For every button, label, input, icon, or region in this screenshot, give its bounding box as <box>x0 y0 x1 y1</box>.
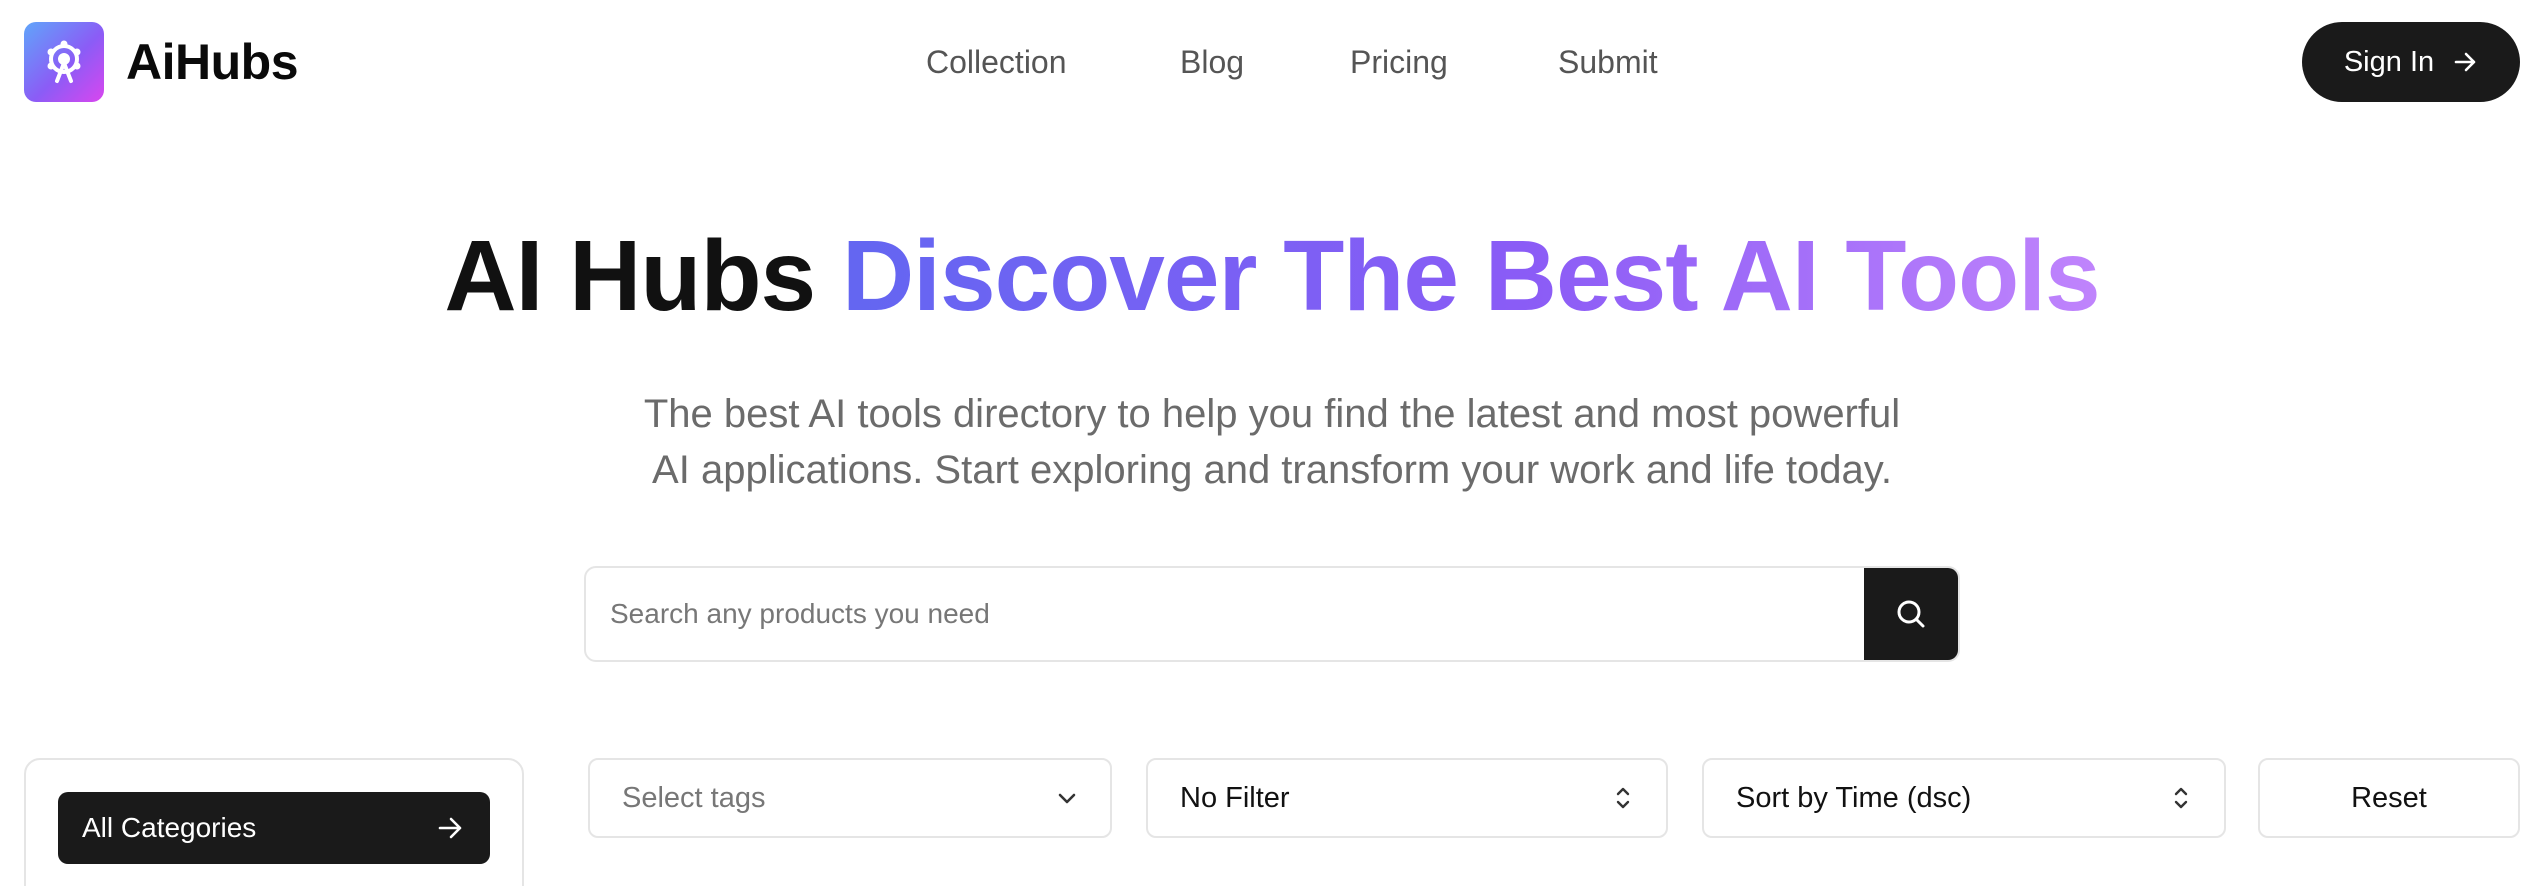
filter-select-value: No Filter <box>1180 781 1290 814</box>
reset-button[interactable]: Reset <box>2258 758 2520 838</box>
hero-subtitle-line-2: AI applications. Start exploring and tra… <box>652 448 1892 492</box>
chevron-up-down-icon <box>1610 783 1636 813</box>
chevron-down-icon <box>1054 785 1080 811</box>
category-sidebar: All Categories <box>24 758 524 886</box>
search-input[interactable] <box>586 568 1866 660</box>
search-button[interactable] <box>1864 568 1958 660</box>
brand-name[interactable]: AiHubs <box>126 30 299 94</box>
tags-select-placeholder: Select tags <box>622 781 766 814</box>
search-icon <box>1894 597 1928 631</box>
filter-select[interactable]: No Filter <box>1146 758 1668 838</box>
arrow-right-icon <box>436 814 464 842</box>
nav-collection[interactable]: Collection <box>926 38 1067 86</box>
arrow-right-icon <box>2452 49 2478 75</box>
hero-title-plain: AI Hubs <box>444 220 816 332</box>
hero-title: AI Hubs Discover The Best AI Tools <box>0 216 2544 336</box>
ferris-wheel-icon <box>39 37 89 87</box>
tags-select[interactable]: Select tags <box>588 758 1112 838</box>
site-header: AiHubs Collection Blog Pricing Submit Si… <box>0 0 2544 124</box>
sign-in-label: Sign In <box>2343 45 2435 78</box>
hero-title-gradient: Discover The Best AI Tools <box>841 220 2101 332</box>
logo[interactable] <box>24 22 104 102</box>
nav-pricing[interactable]: Pricing <box>1350 38 1448 86</box>
all-categories-button[interactable]: All Categories <box>58 792 490 864</box>
nav-blog[interactable]: Blog <box>1180 38 1244 86</box>
nav-submit[interactable]: Submit <box>1558 38 1658 86</box>
hero-subtitle: The best AI tools directory to help you … <box>572 386 1972 498</box>
search-bar <box>584 566 1960 662</box>
all-categories-label: All Categories <box>82 812 257 843</box>
sort-select-value: Sort by Time (dsc) <box>1736 781 1972 814</box>
hero-subtitle-line-1: The best AI tools directory to help you … <box>643 392 1901 436</box>
chevron-up-down-icon <box>2168 783 2194 813</box>
sign-in-button[interactable]: Sign In <box>2302 22 2520 102</box>
sort-select[interactable]: Sort by Time (dsc) <box>1702 758 2226 838</box>
